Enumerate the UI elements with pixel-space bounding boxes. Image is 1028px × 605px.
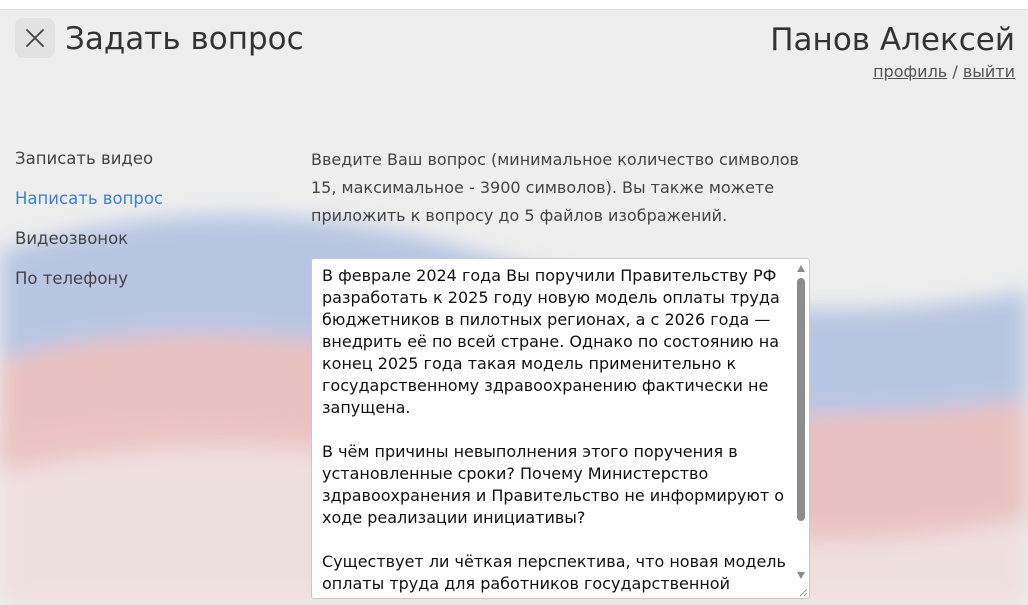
nav-item-write-question[interactable]: Написать вопрос (15, 185, 163, 225)
scroll-down-arrow-icon[interactable] (797, 572, 805, 579)
page-title: Задать вопрос (65, 21, 304, 57)
form-instructions: Введите Ваш вопрос (минимальное количест… (311, 150, 799, 225)
links-separator: / (952, 62, 958, 81)
user-links: профиль / выйти (873, 62, 1015, 82)
scroll-up-arrow-icon[interactable] (797, 265, 805, 272)
logout-link[interactable]: выйти (963, 62, 1015, 81)
question-text[interactable]: В феврале 2024 года Вы поручили Правител… (322, 265, 792, 595)
user-name: Панов Алексей (770, 22, 1015, 58)
page-content: Задать вопрос Панов Алексей профиль / вы… (0, 0, 1028, 605)
question-textarea[interactable]: В феврале 2024 года Вы поручили Правител… (311, 258, 810, 599)
resize-handle-icon[interactable] (796, 585, 808, 597)
scrollbar-thumb[interactable] (797, 278, 805, 521)
close-button[interactable] (15, 18, 55, 58)
nav-item-record-video[interactable]: Записать видео (15, 145, 163, 185)
close-icon (26, 29, 44, 47)
nav-item-by-phone[interactable]: По телефону (15, 265, 163, 305)
textarea-scrollbar[interactable] (794, 260, 808, 590)
nav-item-video-call[interactable]: Видеозвонок (15, 225, 163, 265)
sidebar-nav: Записать видео Написать вопрос Видеозвон… (15, 145, 163, 305)
profile-link[interactable]: профиль (873, 62, 947, 81)
